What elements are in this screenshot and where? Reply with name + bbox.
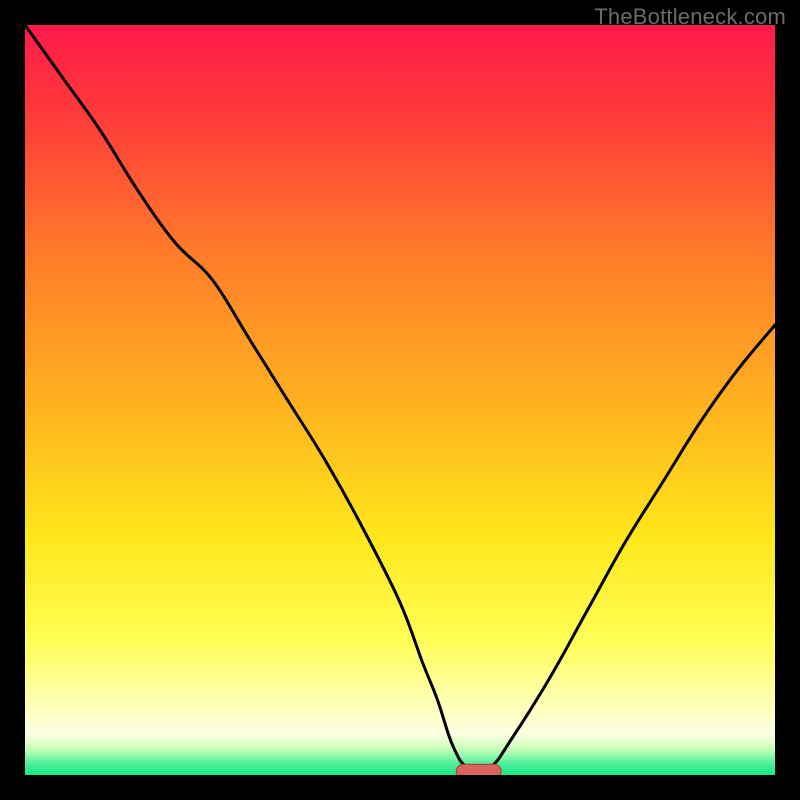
- gradient-background: [25, 25, 775, 775]
- watermark-text: TheBottleneck.com: [594, 4, 786, 30]
- chart-frame: TheBottleneck.com: [0, 0, 800, 800]
- bottleneck-chart: [25, 25, 775, 775]
- optimal-marker: [456, 764, 501, 775]
- plot-area: [25, 25, 775, 775]
